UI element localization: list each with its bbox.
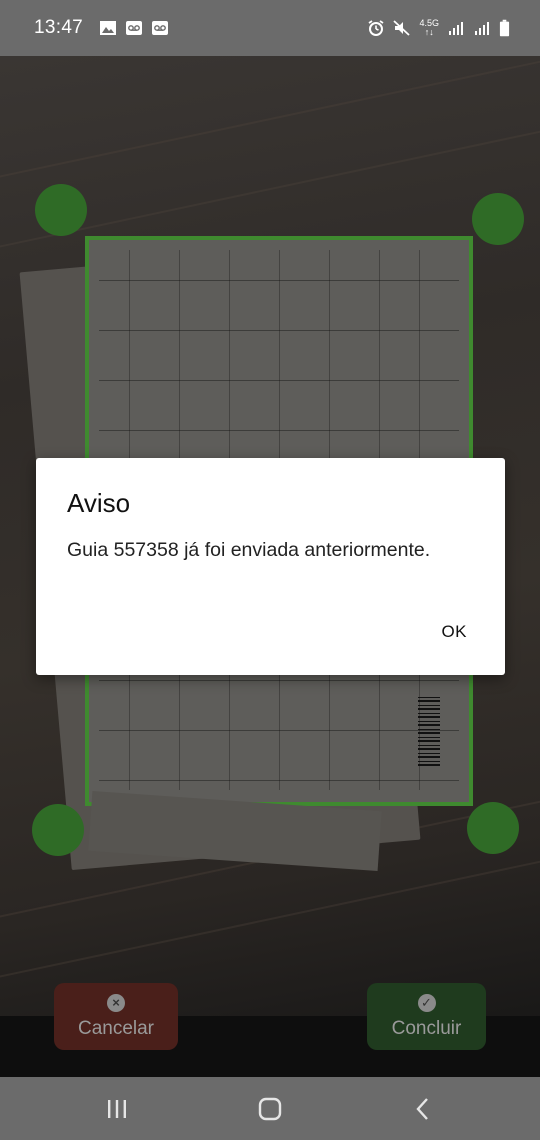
home-icon: [258, 1097, 282, 1120]
screen: 13:47 4.5G ↑↓ × Cancelar ✓ Concluir Avis…: [0, 0, 540, 1140]
signal-icon: [449, 22, 463, 35]
wood-grain: [0, 853, 540, 981]
alert-dialog: Aviso Guia 557358 já foi enviada anterio…: [36, 458, 505, 675]
cancel-button[interactable]: × Cancelar: [54, 983, 178, 1050]
doc-row-line: [99, 280, 459, 281]
clock: 13:47: [34, 17, 84, 38]
crop-handle-top-right[interactable]: [472, 193, 524, 245]
signal-icon: [475, 22, 489, 35]
doc-row-line: [99, 680, 459, 681]
network-4g-icon: 4.5G ↑↓: [419, 18, 439, 37]
recents-button[interactable]: [87, 1089, 147, 1129]
done-button[interactable]: ✓ Concluir: [367, 983, 486, 1050]
status-right: 4.5G ↑↓: [367, 19, 510, 37]
home-button[interactable]: [240, 1089, 300, 1129]
voicemail-icon: [152, 21, 169, 35]
battery-icon: [499, 19, 510, 37]
cancel-label: Cancelar: [77, 1017, 155, 1039]
ok-button[interactable]: OK: [441, 622, 467, 642]
dialog-message: Guia 557358 já foi enviada anteriormente…: [67, 539, 431, 561]
doc-row-line: [99, 330, 459, 331]
crop-handle-bottom-right[interactable]: [467, 802, 519, 854]
back-icon: [416, 1097, 429, 1120]
doc-row-line: [99, 730, 459, 731]
barcode: [418, 696, 440, 766]
alarm-icon: [368, 20, 384, 36]
wood-grain: [0, 56, 540, 181]
crop-handle-top-left[interactable]: [35, 184, 87, 236]
dialog-title: Aviso: [67, 488, 131, 518]
close-icon: ×: [107, 993, 125, 1012]
navigation-bar: [0, 1077, 540, 1140]
doc-row-line: [99, 380, 459, 381]
mute-icon: [393, 20, 411, 36]
recents-icon: [107, 1099, 126, 1118]
check-icon: ✓: [417, 993, 436, 1012]
status-bar: 13:47 4.5G ↑↓: [0, 0, 540, 56]
doc-row-line: [99, 780, 459, 781]
doc-row-line: [99, 430, 459, 431]
wood-grain: [0, 123, 540, 251]
voicemail-icon: [126, 21, 143, 35]
status-left: 13:47: [34, 17, 169, 39]
image-icon: [100, 21, 117, 35]
back-button[interactable]: [393, 1089, 453, 1129]
crop-handle-bottom-left[interactable]: [32, 804, 84, 856]
done-label: Concluir: [391, 1017, 462, 1039]
network-label: 4.5G: [419, 18, 439, 28]
